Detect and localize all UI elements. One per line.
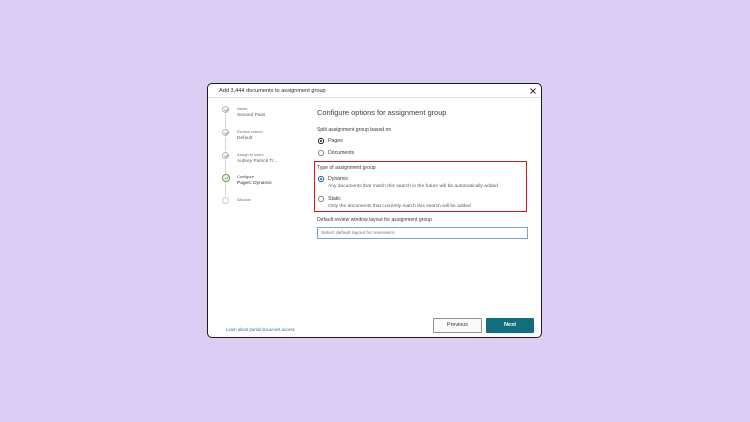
radio-pages-label[interactable]: Pages	[328, 138, 343, 144]
radio-static[interactable]	[318, 196, 324, 202]
radio-documents[interactable]	[318, 150, 324, 156]
dialog-title: Add 3,444 documents to assignment group	[219, 88, 326, 94]
radio-dynamic[interactable]	[318, 176, 324, 182]
step-pending-icon	[222, 197, 229, 204]
title-divider	[208, 97, 541, 98]
step-label: Assign to users	[237, 152, 264, 157]
previous-button[interactable]: Previous	[433, 318, 482, 333]
step-complete-icon	[222, 129, 229, 136]
step-label: Review criteria	[237, 129, 263, 134]
step-connector	[225, 114, 226, 128]
partial-access-link[interactable]: Learn about partial document access	[226, 327, 295, 332]
static-description: Only the documents that currently match …	[328, 204, 471, 209]
type-label: Type of assignment group	[317, 165, 376, 171]
step-value: Pages: Dynamic	[237, 181, 272, 186]
close-icon[interactable]	[528, 86, 538, 96]
radio-pages[interactable]	[318, 138, 324, 144]
step-connector	[225, 137, 226, 151]
next-button[interactable]: Next	[486, 318, 534, 333]
radio-dynamic-label[interactable]: Dynamic	[328, 176, 348, 182]
step-active-icon	[221, 173, 230, 182]
step-connector	[225, 160, 226, 174]
step-value: Default	[237, 136, 253, 141]
split-label: Split assignment group based on	[317, 127, 392, 133]
radio-static-label[interactable]: Static	[328, 196, 341, 202]
step-label: Name	[237, 106, 248, 111]
step-complete-icon	[222, 106, 229, 113]
dynamic-description: Any documents that match this search in …	[328, 184, 498, 189]
step-connector	[225, 182, 226, 196]
step-complete-icon	[222, 152, 229, 159]
step-label: Allocate	[237, 197, 251, 202]
radio-documents-label[interactable]: Documents	[328, 150, 354, 156]
step-value: Aubrey Patrick Tr...	[237, 159, 278, 164]
assignment-group-dialog: Add 3,444 documents to assignment group …	[207, 83, 542, 338]
layout-select-placeholder: Select default layout for reviewers	[321, 230, 395, 236]
page-title: Configure options for assignment group	[317, 108, 447, 117]
step-label: Configure	[237, 174, 254, 179]
step-value: Second Pass	[237, 113, 266, 118]
layout-select[interactable]: Select default layout for reviewers	[317, 227, 528, 239]
layout-label: Default review window layout for assignm…	[317, 217, 432, 223]
